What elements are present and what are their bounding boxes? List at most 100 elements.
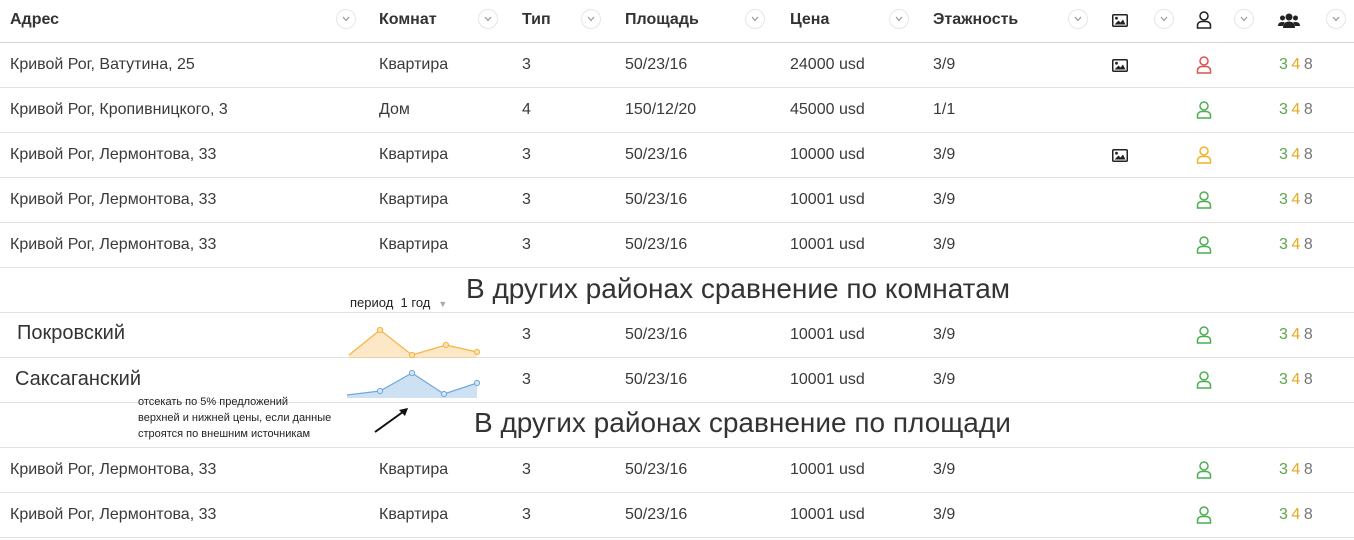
table-row[interactable]: Кривой Рог, Лермонтова, 33 Квартира 3 50… [0, 223, 1354, 268]
area-cell: 50/23/16 [625, 191, 688, 208]
address-cell: Кривой Рог, Лермонтова, 33 [10, 506, 217, 523]
rooms-cell: Квартира [379, 506, 449, 523]
table-row[interactable]: Кривой Рог, Лермонтова, 33 Квартира 3 50… [0, 133, 1354, 178]
image-icon[interactable] [1112, 14, 1128, 32]
arrow-icon [374, 408, 408, 433]
price-cell: 10001 usd [790, 371, 865, 388]
district-row[interactable]: Покровский 3 50/23/16 10001 usd 3/9 348 [0, 313, 1354, 358]
user-status-icon[interactable] [1196, 146, 1212, 164]
table-row[interactable]: Кривой Рог, Ватутина, 25 Квартира 3 50/2… [0, 43, 1354, 88]
type-cell: 3 [522, 461, 531, 478]
rating: 348 [1279, 371, 1314, 388]
rating: 348 [1279, 236, 1314, 253]
floors-cell: 3/9 [933, 326, 956, 343]
rating: 348 [1279, 146, 1314, 163]
photo-icon[interactable] [1112, 59, 1128, 72]
floors-cell: 3/9 [933, 506, 956, 523]
table-row[interactable]: Кривой Рог, Лермонтова, 33 Квартира 3 50… [0, 493, 1354, 538]
column-header-type[interactable]: Тип [522, 11, 551, 29]
rooms-cell: Квартира [379, 191, 449, 208]
chevron-down-icon: ▼ [438, 299, 448, 309]
price-cell: 10001 usd [790, 506, 865, 523]
area-cell: 50/23/16 [625, 326, 688, 343]
column-header-rooms[interactable]: Комнат [379, 11, 437, 29]
annotation-note: отсекать по 5% предложений верхней и ниж… [138, 396, 332, 440]
area-cell: 50/23/16 [625, 461, 688, 478]
chevron-down-icon[interactable] [336, 9, 356, 29]
type-cell: 3 [522, 236, 531, 253]
photo-icon[interactable] [1112, 149, 1128, 162]
table-row[interactable]: Кривой Рог, Лермонтова, 33 Квартира 3 50… [0, 178, 1354, 223]
sparkline-orange [348, 326, 480, 358]
price-cell: 10000 usd [790, 146, 865, 163]
floors-cell: 1/1 [933, 101, 956, 118]
user-status-icon[interactable] [1196, 461, 1212, 479]
chevron-down-icon[interactable] [889, 9, 909, 29]
user-status-icon[interactable] [1196, 371, 1212, 389]
rooms-cell: Квартира [379, 236, 449, 253]
address-cell: Кривой Рог, Ватутина, 25 [10, 56, 195, 73]
area-cell: 50/23/16 [625, 236, 688, 253]
area-cell: 50/23/16 [625, 56, 688, 73]
chevron-down-icon[interactable] [1234, 9, 1254, 29]
area-cell: 50/23/16 [625, 371, 688, 388]
district-name: Саксаганский [15, 368, 142, 390]
rooms-cell: Квартира [379, 461, 449, 478]
column-header-floors[interactable]: Этажность [933, 11, 1018, 29]
user-status-icon[interactable] [1196, 191, 1212, 209]
type-cell: 3 [522, 326, 531, 343]
chevron-down-icon[interactable] [478, 9, 498, 29]
area-cell: 50/23/16 [625, 506, 688, 523]
user-status-icon[interactable] [1196, 101, 1212, 119]
period-selector[interactable]: период 1 год ▼ [350, 295, 447, 310]
rooms-cell: Дом [379, 101, 410, 118]
rooms-cell: Квартира [379, 56, 449, 73]
type-cell: 3 [522, 506, 531, 523]
chevron-down-icon[interactable] [745, 9, 765, 29]
price-cell: 10001 usd [790, 326, 865, 343]
type-cell: 3 [522, 56, 531, 73]
floors-cell: 3/9 [933, 191, 956, 208]
section-header-rooms: В других районах сравнение по комнатам п… [0, 268, 1354, 313]
price-cell: 10001 usd [790, 191, 865, 208]
chevron-down-icon[interactable] [1154, 9, 1174, 29]
user-status-icon[interactable] [1196, 236, 1212, 254]
users-icon[interactable] [1278, 12, 1300, 33]
user-icon[interactable] [1196, 11, 1212, 34]
column-header-price[interactable]: Цена [790, 11, 829, 29]
price-cell: 10001 usd [790, 236, 865, 253]
price-cell: 24000 usd [790, 56, 865, 73]
floors-cell: 3/9 [933, 236, 956, 253]
floors-cell: 3/9 [933, 146, 956, 163]
chevron-down-icon[interactable] [581, 9, 601, 29]
user-status-icon[interactable] [1196, 326, 1212, 344]
floors-cell: 3/9 [933, 371, 956, 388]
rating: 348 [1279, 101, 1314, 118]
type-cell: 4 [522, 101, 531, 118]
address-cell: Кривой Рог, Кропивницкого, 3 [10, 101, 228, 118]
chevron-down-icon[interactable] [1326, 9, 1346, 29]
column-header-area[interactable]: Площадь [625, 11, 699, 29]
chevron-down-icon[interactable] [1068, 9, 1088, 29]
table-row[interactable]: Кривой Рог, Кропивницкого, 3 Дом 4 150/1… [0, 88, 1354, 133]
type-cell: 3 [522, 146, 531, 163]
user-status-icon[interactable] [1196, 56, 1212, 74]
type-cell: 3 [522, 191, 531, 208]
floors-cell: 3/9 [933, 461, 956, 478]
sparkline-blue [346, 369, 480, 398]
rating: 348 [1279, 56, 1314, 73]
address-cell: Кривой Рог, Лермонтова, 33 [10, 236, 217, 253]
section-title-area: В других районах сравнение по площади [474, 407, 1011, 438]
table-header: Адрес Комнат Тип Площадь Цена Этажность [0, 0, 1354, 43]
column-header-address[interactable]: Адрес [10, 11, 59, 29]
area-cell: 150/12/20 [625, 101, 697, 118]
section-header-area: отсекать по 5% предложений верхней и ниж… [0, 396, 1354, 448]
type-cell: 3 [522, 371, 531, 388]
rooms-cell: Квартира [379, 146, 449, 163]
table-row[interactable]: Кривой Рог, Лермонтова, 33 Квартира 3 50… [0, 448, 1354, 493]
floors-cell: 3/9 [933, 56, 956, 73]
district-name: Покровский [17, 322, 125, 344]
user-status-icon[interactable] [1196, 506, 1212, 524]
price-cell: 45000 usd [790, 101, 865, 118]
rating: 348 [1279, 326, 1314, 343]
